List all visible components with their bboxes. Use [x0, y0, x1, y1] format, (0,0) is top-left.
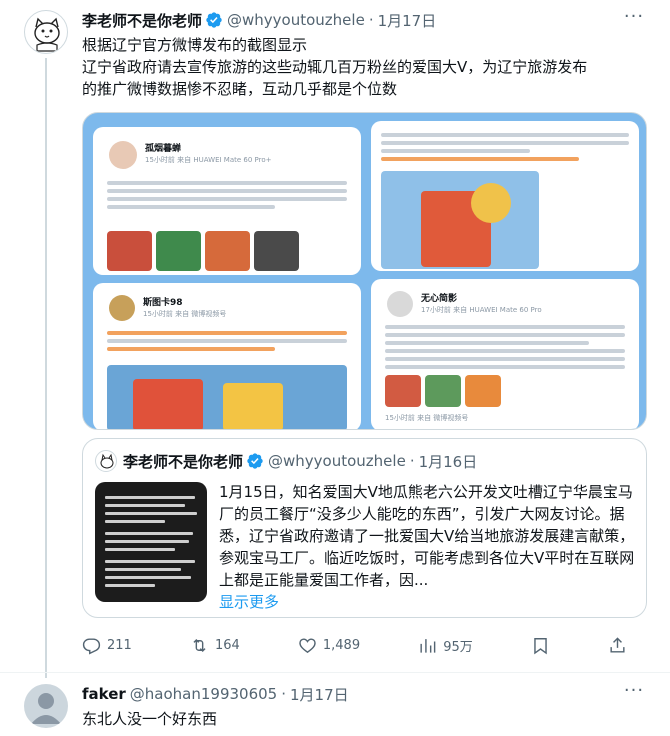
post-author: 孤烟暮蝉 [145, 144, 182, 154]
reply-header: faker @haohan19930605 · 1月17日 [82, 684, 349, 704]
weibo-post-screenshot: 孤烟暮蝉 15小时前 来自 HUAWEI Mate 60 Pro+ [93, 127, 361, 275]
thread-line [45, 58, 47, 678]
post-photo [465, 375, 501, 407]
post-meta: 15小时前 来自 微博视频号 [143, 310, 227, 318]
retweet-icon [193, 638, 206, 652]
tweet-text: 根据辽宁官方微博发布的截图显示 辽宁省政府请去宣传旅游的这些动辄几百万粉丝的爱国… [82, 34, 652, 100]
reply-count: 211 [107, 637, 132, 653]
quoted-tweet-text: 1月15日，知名爱国大V地瓜熊老六公开发文吐槽辽宁华晨宝马厂的员工餐厅“没多少人… [219, 483, 635, 589]
separator-dot: · [409, 452, 415, 470]
post-photo [133, 379, 203, 429]
reply-text: 东北人没一个好东西 [82, 710, 218, 728]
post-photo [254, 231, 299, 271]
weibo-post-screenshot: 斯图卡98 15小时前 来自 微博视频号 [93, 283, 361, 429]
quoted-tweet-thumbnail[interactable] [95, 482, 207, 602]
post-avatar [109, 295, 135, 321]
post-meta: 17小时前 来自 HUAWEI Mate 60 Pro [421, 306, 542, 314]
share-button[interactable] [608, 636, 627, 655]
post-author: 无心简影 [421, 294, 458, 304]
like-button[interactable]: 1,489 [298, 636, 360, 655]
main-tweet[interactable]: 李老师不是你老师 @whyyoutouzhele · 1月17日 ··· 根据辽… [0, 0, 670, 678]
post-author: 斯图卡98 [143, 298, 183, 308]
reply-date[interactable]: 1月17日 [290, 684, 349, 705]
retweet-button[interactable]: 164 [190, 636, 240, 655]
post-text-lines [107, 177, 347, 213]
verified-badge-icon [206, 12, 222, 28]
post-photo [223, 383, 283, 429]
author-handle[interactable]: @whyyoutouzhele [227, 11, 365, 29]
weibo-post-screenshot [371, 121, 639, 271]
weibo-post-screenshot: 无心简影 17小时前 来自 HUAWEI Mate 60 Pro 15小时前 来… [371, 279, 639, 429]
tweet-media-image[interactable]: 孤烟暮蝉 15小时前 来自 HUAWEI Mate 60 Pro+ 斯图卡98 … [82, 112, 647, 430]
separator-dot: · [281, 685, 287, 703]
post-photo [107, 231, 152, 271]
quoted-tweet-date: 1月16日 [418, 452, 478, 471]
post-photo [205, 231, 250, 271]
author-name[interactable]: 李老师不是你老师 [82, 10, 202, 31]
views-chart-icon [420, 638, 436, 653]
show-more-link[interactable]: 显示更多 [219, 591, 279, 612]
bookmark-button[interactable] [531, 636, 550, 655]
tweet-text-line: 的推广微博数据惨不忍睹，互动几乎都是个位数 [82, 80, 398, 98]
tweet-header: 李老师不是你老师 @whyyoutouzhele · 1月17日 [82, 10, 436, 30]
post-avatar [387, 291, 413, 317]
reply-tweet[interactable]: faker @haohan19930605 · 1月17日 ··· 东北人没一个… [0, 674, 670, 736]
tweet-text-line: 根据辽宁官方微博发布的截图显示 [82, 36, 308, 54]
quoted-tweet[interactable]: 李老师不是你老师 @whyyoutouzhele · 1月16日 1月15日，知… [82, 438, 647, 618]
cat-doodle-avatar-icon [34, 17, 60, 52]
view-count: 95万 [443, 639, 473, 655]
reply-author-avatar[interactable] [24, 684, 68, 728]
divider [0, 672, 670, 673]
share-icon [610, 636, 625, 653]
default-profile-icon [31, 693, 61, 724]
quoted-tweet-header: 李老师不是你老师 @whyyoutouzhele · 1月16日 [95, 449, 477, 473]
quoted-author-handle: @whyyoutouzhele [268, 452, 406, 470]
separator-dot: · [368, 11, 374, 29]
tweet-text-line: 辽宁省政府请去宣传旅游的这些动辄几百万粉丝的爱国大V，为辽宁旅游发布 [82, 58, 588, 76]
views-button[interactable]: 95万 [418, 636, 473, 655]
more-options-icon[interactable]: ··· [622, 682, 646, 704]
bookmark-icon [534, 637, 547, 654]
more-options-icon[interactable]: ··· [622, 8, 646, 30]
reply-button[interactable]: 211 [82, 636, 132, 655]
reply-author-handle[interactable]: @haohan19930605 [130, 685, 277, 703]
reply-author-name[interactable]: faker [82, 685, 126, 703]
post-photo [425, 375, 461, 407]
quoted-author-name: 李老师不是你老师 [123, 452, 244, 471]
quoted-author-avatar [95, 450, 117, 472]
author-avatar[interactable] [24, 10, 68, 54]
tweet-date[interactable]: 1月17日 [378, 10, 437, 31]
cat-doodle-avatar-icon [100, 453, 114, 469]
verified-badge-icon [247, 453, 263, 469]
post-photo [471, 183, 511, 223]
post-avatar [109, 141, 137, 169]
retweet-count: 164 [214, 637, 240, 653]
post-meta: 15小时前 来自 HUAWEI Mate 60 Pro+ [145, 156, 272, 164]
reply-icon [82, 637, 101, 655]
post-photo [385, 375, 421, 407]
post-meta: 15小时前 来自 微博视频号 [385, 414, 469, 422]
like-count: 1,489 [322, 637, 361, 653]
tweet-actions: 211 164 1,489 95万 [82, 634, 627, 656]
post-photo [156, 231, 201, 271]
heart-icon [299, 637, 316, 653]
